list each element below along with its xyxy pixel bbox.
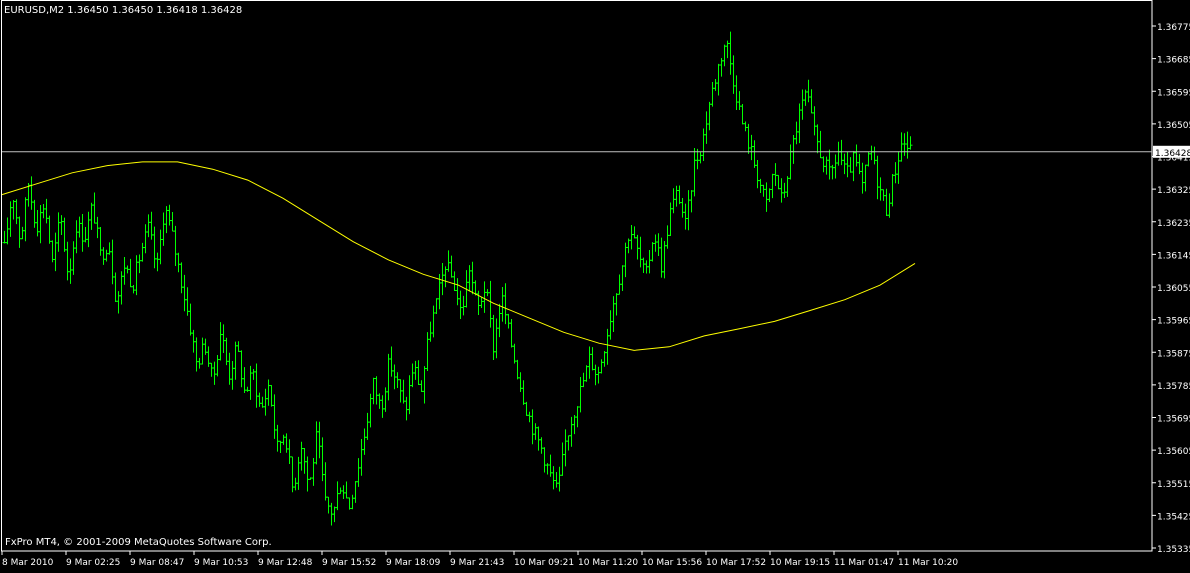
y-tick-label: 1.36775 — [1157, 23, 1190, 33]
chart-area: 1.367751.366851.365951.365051.364151.363… — [0, 0, 1190, 569]
x-tick-label: 10 Mar 17:52 — [706, 558, 766, 568]
x-tick-label: 9 Mar 18:09 — [386, 558, 441, 568]
x-tick-label: 9 Mar 02:25 — [66, 558, 120, 568]
x-tick-label: 10 Mar 15:56 — [642, 558, 702, 568]
x-tick-label: 9 Mar 21:43 — [450, 558, 504, 568]
x-tick-label: 11 Mar 01:47 — [834, 558, 894, 568]
x-tick-label: 9 Mar 12:48 — [258, 558, 313, 568]
x-tick-label: 10 Mar 19:15 — [770, 558, 830, 568]
x-tick-label: 10 Mar 11:20 — [578, 558, 638, 568]
y-tick-label: 1.35425 — [1157, 512, 1190, 522]
y-tick-label: 1.36055 — [1157, 284, 1190, 294]
y-tick-label: 1.36595 — [1157, 88, 1190, 98]
y-tick-label: 1.35875 — [1157, 349, 1190, 359]
x-tick-label: 9 Mar 10:53 — [194, 558, 248, 568]
x-tick-label: 11 Mar 10:20 — [898, 558, 958, 568]
y-tick-label: 1.36235 — [1157, 219, 1190, 229]
y-tick-label: 1.35785 — [1157, 382, 1190, 392]
price-chart: 1.367751.366851.365951.365051.364151.363… — [0, 0, 1190, 569]
y-tick-label: 1.36505 — [1157, 121, 1190, 131]
x-tick-label: 9 Mar 08:47 — [130, 558, 184, 568]
x-tick-label: 9 Mar 15:52 — [322, 558, 376, 568]
y-tick-label: 1.35515 — [1157, 480, 1190, 490]
y-tick-label: 1.36685 — [1157, 56, 1190, 66]
y-tick-label: 1.36325 — [1157, 186, 1190, 196]
symbol-info: EURUSD,M2 1.36450 1.36450 1.36418 1.3642… — [4, 5, 243, 16]
current-price-label: 1.36428 — [1155, 149, 1190, 159]
y-tick-label: 1.35605 — [1157, 447, 1190, 457]
copyright-label: FxPro MT4, © 2001-2009 MetaQuotes Softwa… — [5, 537, 272, 548]
y-tick-label: 1.35695 — [1157, 415, 1190, 425]
y-tick-label: 1.35965 — [1157, 317, 1190, 327]
x-tick-label: 8 Mar 2010 — [2, 558, 54, 568]
y-tick-label: 1.36145 — [1157, 251, 1190, 261]
y-tick-label: 1.35335 — [1157, 545, 1190, 555]
x-tick-label: 10 Mar 09:21 — [514, 558, 574, 568]
